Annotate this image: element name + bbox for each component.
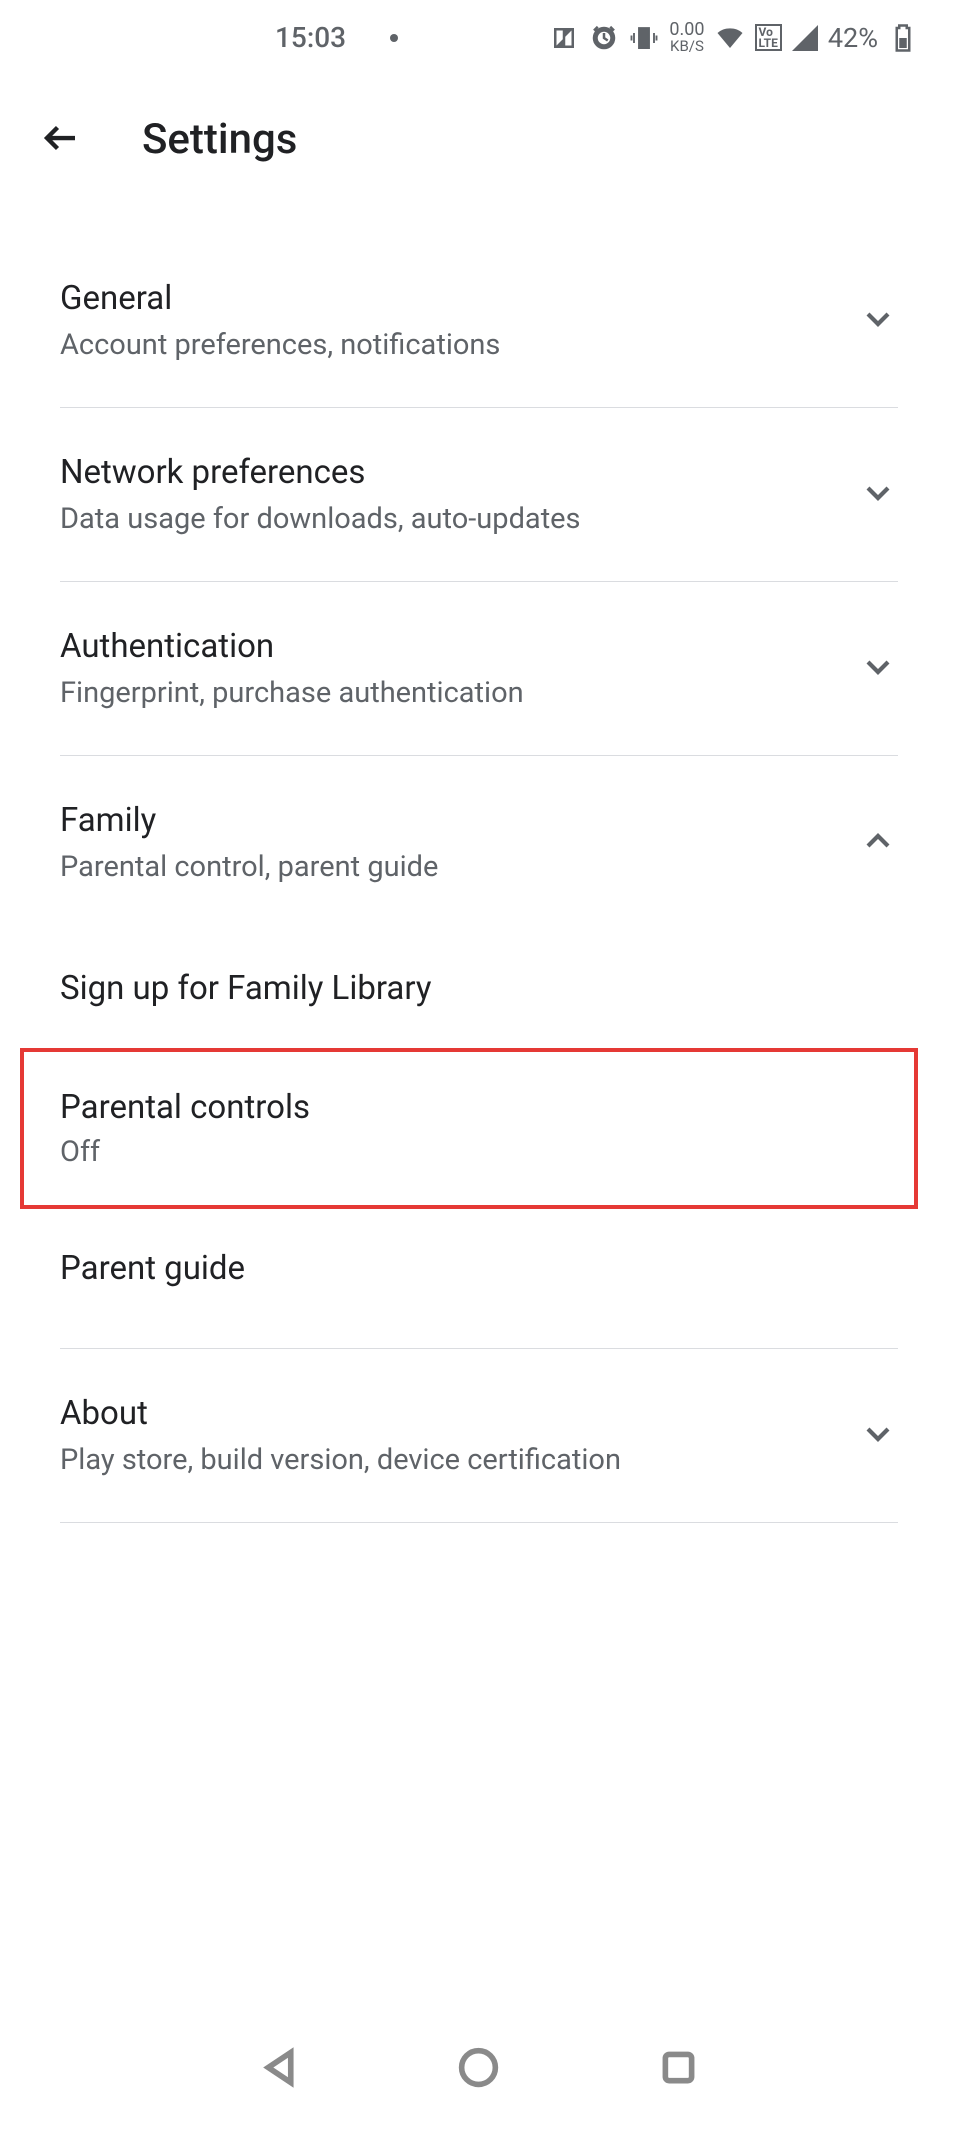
volte-icon: Vo LTE — [755, 24, 782, 52]
section-about-subtitle: Play store, build version, device certif… — [60, 1443, 621, 1477]
section-authentication[interactable]: Authentication Fingerprint, purchase aut… — [60, 582, 898, 756]
parental-controls-item[interactable]: Parental controls Off — [60, 1048, 898, 1209]
section-about[interactable]: About Play store, build version, device … — [60, 1349, 898, 1523]
highlight-box — [20, 1048, 918, 1209]
nav-back-button[interactable] — [257, 2045, 302, 2094]
parental-controls-title: Parental controls — [60, 1088, 898, 1127]
page-title: Settings — [142, 115, 297, 164]
status-time: 15:03 — [275, 21, 346, 54]
section-network-subtitle: Data usage for downloads, auto-updates — [60, 502, 581, 536]
section-authentication-subtitle: Fingerprint, purchase authentication — [60, 676, 524, 710]
chevron-up-icon — [858, 821, 898, 865]
section-authentication-title: Authentication — [60, 627, 524, 666]
battery-percentage: 42% — [828, 22, 878, 54]
parent-guide-label: Parent guide — [60, 1249, 898, 1288]
nfc-icon — [549, 23, 579, 53]
parental-controls-status: Off — [60, 1135, 898, 1169]
app-header: Settings — [0, 75, 958, 234]
battery-icon — [888, 23, 918, 53]
section-family-subtitle: Parental control, parent guide — [60, 850, 438, 884]
section-family-title: Family — [60, 801, 438, 840]
nav-home-button[interactable] — [456, 2045, 501, 2094]
parent-guide-item[interactable]: Parent guide — [60, 1209, 898, 1349]
chevron-down-icon — [858, 473, 898, 517]
vibrate-icon — [629, 23, 659, 53]
section-general[interactable]: General Account preferences, notificatio… — [60, 234, 898, 408]
section-general-subtitle: Account preferences, notifications — [60, 328, 500, 362]
chevron-down-icon — [858, 647, 898, 691]
nav-bar — [0, 2009, 958, 2129]
data-rate-indicator: 0.00 KB/S — [669, 21, 704, 54]
section-network[interactable]: Network preferences Data usage for downl… — [60, 408, 898, 582]
status-bar: 15:03 0.00 KB/S Vo LTE 42% — [0, 0, 958, 75]
section-family[interactable]: Family Parental control, parent guide — [60, 756, 898, 929]
section-about-title: About — [60, 1394, 621, 1433]
chevron-down-icon — [858, 1414, 898, 1458]
signal-icon — [792, 25, 818, 51]
nav-recent-button[interactable] — [656, 2045, 701, 2094]
section-general-title: General — [60, 279, 500, 318]
alarm-icon — [589, 23, 619, 53]
status-icons: 0.00 KB/S Vo LTE 42% — [549, 21, 918, 54]
section-network-title: Network preferences — [60, 453, 581, 492]
family-signup-item[interactable]: Sign up for Family Library — [60, 929, 898, 1048]
wifi-icon — [715, 23, 745, 53]
family-signup-label: Sign up for Family Library — [60, 969, 898, 1008]
status-dot-icon — [390, 34, 398, 42]
chevron-down-icon — [858, 299, 898, 343]
back-button[interactable] — [40, 117, 82, 163]
